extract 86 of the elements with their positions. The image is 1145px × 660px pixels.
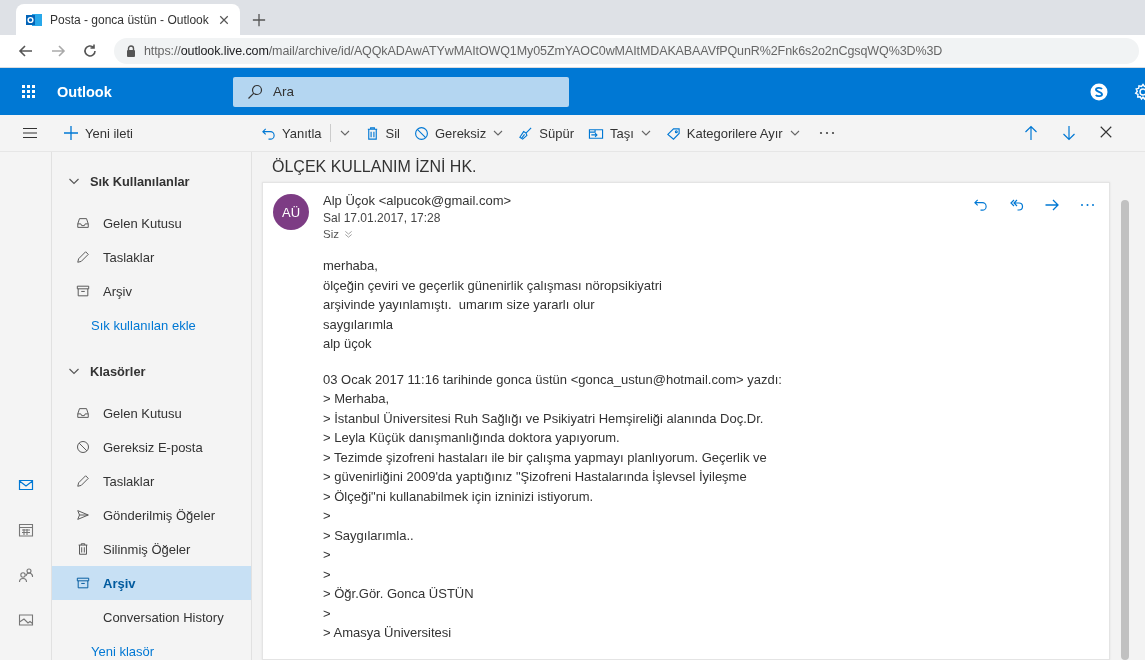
folder-item[interactable]: Conversation History xyxy=(52,600,251,634)
message-text: > Ölçeği"ni kullanabilmek için izninizi istiyorum. xyxy=(323,487,595,506)
message-text: > güvenirliğini 2009'da yaptığınız "Şizofreni Hastalarında İşlevsel İyileşme xyxy=(323,468,748,486)
toolbar-button[interactable]: Süpür xyxy=(512,121,580,145)
folder-link[interactable]: Sık kullanılan ekle xyxy=(52,308,251,342)
recipient-label: Siz xyxy=(323,228,339,240)
folder-item[interactable]: Silinmiş Öğeler xyxy=(52,532,251,566)
message-text: saygılarımla xyxy=(323,315,395,334)
search-field[interactable]: Ara xyxy=(233,76,569,107)
message-text: > xyxy=(323,604,332,623)
tray-icon xyxy=(76,406,90,420)
reload-icon[interactable] xyxy=(82,43,98,59)
message-text: ölçeğin çeviri ve geçerlik günenirlik çalışması nöropsikiyatri xyxy=(323,276,663,295)
message-text: > xyxy=(323,565,332,584)
archive-box-icon xyxy=(76,284,90,298)
plus-icon[interactable] xyxy=(252,13,266,27)
pencil-icon xyxy=(76,474,90,488)
image-icon[interactable] xyxy=(17,612,34,628)
folder-item[interactable]: Gelen Kutusu xyxy=(52,396,251,430)
menu-icon[interactable] xyxy=(22,125,38,141)
toolbar-button[interactable]: Taşı xyxy=(581,121,658,145)
archive-box-icon xyxy=(76,576,90,590)
new-message-button[interactable]: Yeni ileti xyxy=(63,125,255,141)
message-text: arşivinde yayınlamıştı. umarım size yararlı olur xyxy=(323,296,596,314)
close-icon[interactable] xyxy=(218,13,230,26)
scrollbar[interactable] xyxy=(1121,200,1129,660)
folder-item[interactable]: Arşiv xyxy=(52,566,251,600)
sender-name: Alp Üçok <alpucok@gmail.com> xyxy=(323,193,512,208)
app-launcher-icon[interactable] xyxy=(22,85,35,98)
message-text: > Saygılarımla.. xyxy=(323,526,415,545)
close-icon[interactable] xyxy=(1099,125,1113,139)
app-name[interactable]: Outlook xyxy=(57,83,233,100)
more-icon[interactable] xyxy=(818,131,835,135)
forward-arrow-icon[interactable] xyxy=(50,43,66,59)
skype-icon[interactable] xyxy=(1090,82,1108,101)
reply-icon[interactable] xyxy=(973,197,988,212)
folder-item[interactable]: Arşiv xyxy=(52,274,251,308)
folder-item[interactable]: Taslaklar xyxy=(52,464,251,498)
folder-item[interactable]: Gereksiz E-posta xyxy=(52,430,251,464)
message-subject: ÖLÇEK KULLANIM İZNİ HK. xyxy=(271,157,478,177)
tag-icon xyxy=(665,125,681,141)
lock-icon xyxy=(126,45,136,57)
folder-group-header[interactable]: Klasörler xyxy=(52,354,251,388)
plus-icon xyxy=(63,125,79,141)
pencil-icon xyxy=(76,250,90,264)
search-icon xyxy=(247,83,263,100)
message-text: > Leyla Küçük danışmanlığında doktora yapıyorum. xyxy=(323,429,621,447)
folder-link[interactable]: Yeni klasör xyxy=(52,634,251,660)
toolbar-button[interactable]: Kategorilere Ayır xyxy=(659,121,807,145)
blocked-icon xyxy=(413,125,429,141)
browser-tab[interactable]: Posta - gonca üstün - Outlook xyxy=(16,4,240,35)
forward-arrow-icon[interactable] xyxy=(1044,197,1060,213)
url-text: https://outlook.live.com/mail/archive/id/AQQkADAwATYwMAItOWQ1My05ZmYAOC0wMAItMDAKABAAVfPQunR%2Fnk6s2o2nCgsqWQ%3D%3D xyxy=(144,44,943,58)
up-arrow-icon[interactable] xyxy=(1023,125,1039,141)
tray-icon xyxy=(76,216,90,230)
blocked-icon xyxy=(76,440,90,454)
people-icon[interactable] xyxy=(17,567,34,583)
folder-item[interactable]: Gönderilmiş Öğeler xyxy=(52,498,251,532)
folder-group-header[interactable]: Sık Kullanılanlar xyxy=(52,164,251,198)
toolbar-button[interactable]: Sil xyxy=(358,121,406,145)
envelope-icon[interactable] xyxy=(17,477,34,493)
address-bar[interactable]: https://outlook.live.com/mail/archive/id/AQQkADAwATYwMAItOWQ1My05ZmYAOC0wMAItMDAKABAAVfPQunR%2Fnk6s2o2nCgsqWQ%3D%3D xyxy=(114,38,1139,64)
trash-icon xyxy=(76,542,90,556)
message-text: > İstanbul Üniversitesi Ruh Sağlığı ve Psikiyatri Hemşireliği alanında Doç.Dr. xyxy=(323,409,765,428)
send-icon xyxy=(76,508,90,522)
message-text: > xyxy=(323,507,332,525)
message-text: > xyxy=(323,546,332,564)
message-text: merhaba, xyxy=(323,257,379,275)
back-arrow-icon[interactable] xyxy=(18,43,34,59)
message-date: Sal 17.01.2017, 17:28 xyxy=(323,211,442,225)
message-text: > Amasya Üniversitesi xyxy=(323,624,453,642)
message-text: > Öğr.Gör. Gonca ÜSTÜN xyxy=(323,585,475,603)
toolbar-button[interactable]: Gereksiz xyxy=(407,121,511,145)
message-text: 03 Ocak 2017 11:16 tarihinde gonca üstün <gonca_ustun@hotmail.com> yazdı: xyxy=(323,370,783,389)
sender-avatar: AÜ xyxy=(273,194,309,230)
message-text: alp üçok xyxy=(323,335,373,353)
down-arrow-icon[interactable] xyxy=(1061,125,1077,141)
outlook-logo-icon xyxy=(26,11,42,28)
toolbar-button[interactable]: Yanıtla xyxy=(255,120,357,146)
calendar-icon[interactable] xyxy=(17,522,34,538)
folder-item[interactable]: Taslaklar xyxy=(52,240,251,274)
broom-icon xyxy=(518,125,534,141)
reply-all-icon[interactable] xyxy=(1008,197,1024,213)
folder-item[interactable]: Gelen Kutusu xyxy=(52,206,251,240)
message-text: > Tezimde şizofreni hastaları ile bir çalışma yapmayı planlıyorum. Geçerlik ve xyxy=(323,448,768,467)
message-text: > Merhaba, xyxy=(323,390,391,408)
